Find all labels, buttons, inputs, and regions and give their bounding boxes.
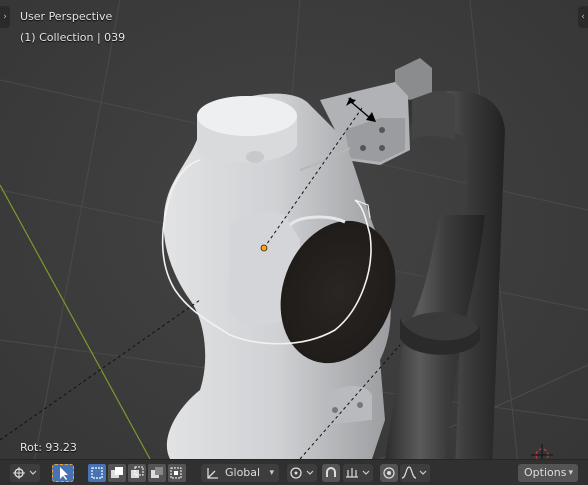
chevron-down-icon: ▾ <box>568 468 573 478</box>
rotation-readout: Rot: 93.23 <box>20 441 77 454</box>
options-label: Options <box>524 466 567 479</box>
chevron-down-icon: ▾ <box>269 468 274 478</box>
subtract-selection-icon[interactable] <box>128 464 146 482</box>
pivot-icon <box>290 467 314 479</box>
proportional-edit-toggle[interactable] <box>380 464 398 482</box>
collection-label: (1) Collection | 039 <box>20 31 126 44</box>
falloff-curve-icon <box>401 466 427 479</box>
proportional-edit-icon <box>383 467 395 479</box>
falloff-dropdown[interactable] <box>400 464 430 482</box>
snap-target-dropdown[interactable] <box>343 464 373 482</box>
3d-viewport[interactable]: › ‹ User Perspective (1) Collection | 03… <box>0 0 588 485</box>
viewport-tool-header: Global ▾ Options ▾ <box>0 459 588 485</box>
select-tool-button[interactable] <box>52 464 74 482</box>
snap-target-icon <box>346 468 370 478</box>
extend-selection-icon[interactable] <box>108 464 126 482</box>
sidebar-toggle-right[interactable]: ‹ <box>578 6 588 28</box>
selection-mode-group <box>88 464 188 482</box>
object-origin <box>260 244 268 252</box>
mode-selector[interactable] <box>10 464 40 482</box>
view-name-label: User Perspective <box>20 10 113 23</box>
set-selection-icon[interactable] <box>88 464 106 482</box>
snap-icon <box>326 467 336 477</box>
snap-toggle[interactable] <box>322 464 340 482</box>
intersect-selection-icon[interactable] <box>168 464 186 482</box>
toolbar-toggle-left[interactable]: › <box>0 6 10 28</box>
object-mode-icon <box>13 467 37 479</box>
difference-selection-icon[interactable] <box>148 464 166 482</box>
orientation-icon <box>207 468 218 479</box>
options-dropdown[interactable]: Options ▾ <box>518 464 578 482</box>
select-cursor-icon <box>60 467 68 480</box>
transform-orientation-label: Global <box>225 466 261 479</box>
pivot-point-dropdown[interactable] <box>287 464 317 482</box>
3d-scene[interactable] <box>0 0 588 485</box>
transform-orientation-dropdown[interactable]: Global ▾ <box>201 464 279 482</box>
